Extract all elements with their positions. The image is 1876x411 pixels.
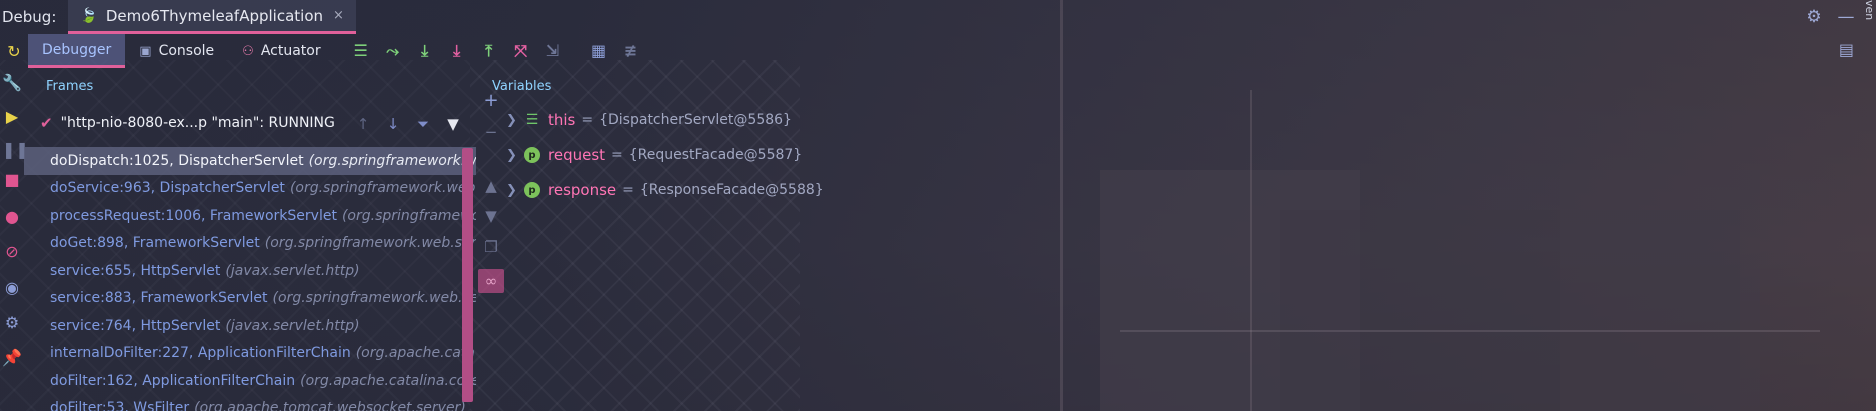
- remove-watch-icon[interactable]: −: [476, 123, 506, 141]
- debug-titlebar: Debug: 🍃 Demo6ThymeleafApplication × ⚙ —…: [0, 0, 1876, 34]
- variables-title: Variables: [492, 79, 552, 94]
- frame-row[interactable]: doGet:898, FrameworkServlet (org.springfr…: [24, 230, 476, 258]
- parameter-icon: p: [524, 182, 540, 198]
- frame-row[interactable]: processRequest:1006, FrameworkServlet (or…: [24, 202, 476, 230]
- layout-settings-icon[interactable]: ▤: [1839, 40, 1854, 59]
- variable-value: {RequestFacade@5587}: [628, 147, 803, 163]
- variable-row[interactable]: ❯ p response = {ResponseFacade@5588}: [506, 175, 824, 205]
- side-panel-label[interactable]: ven: [1863, 0, 1876, 34]
- variable-value: {ResponseFacade@5588}: [639, 182, 824, 198]
- frames-panel: Frames ✔ "http-nio-8080-ex...p "main": R…: [24, 68, 476, 411]
- chevron-right-icon[interactable]: ❯: [506, 183, 524, 198]
- step-over-icon[interactable]: ⤳: [377, 41, 409, 61]
- variable-name: request: [548, 146, 606, 164]
- field-icon: ☰: [525, 112, 539, 128]
- mute-breakpoints-icon[interactable]: ⊘: [2, 242, 22, 261]
- rerun-icon[interactable]: ↻: [0, 37, 28, 65]
- frame-row[interactable]: doDispatch:1025, DispatcherServlet (org.s…: [24, 147, 476, 175]
- frame-row[interactable]: doFilter:162, ApplicationFilterChain (org…: [24, 367, 476, 395]
- debug-label: Debug:: [2, 8, 57, 26]
- variables-toolbar: + − ▲ ▼ ❐ ∞: [476, 68, 506, 411]
- console-tab-label: Console: [158, 43, 215, 59]
- chevron-right-icon[interactable]: ❯: [506, 148, 524, 163]
- arrow-down-icon[interactable]: ↓: [378, 115, 408, 133]
- arrow-up-icon[interactable]: ↑: [348, 115, 378, 133]
- chevron-down-icon[interactable]: ▼: [438, 115, 468, 133]
- stop-icon[interactable]: ■: [2, 170, 22, 189]
- watches-toggle-icon[interactable]: ∞: [478, 269, 504, 293]
- frame-row[interactable]: service:764, HttpServlet (javax.servlet.h…: [24, 312, 476, 340]
- actuator-tab-label: Actuator: [260, 43, 321, 59]
- variable-row[interactable]: ❯ ☰ this = {DispatcherServlet@5586}: [506, 105, 792, 135]
- variable-row[interactable]: ❯ p request = {RequestFacade@5587}: [506, 140, 802, 170]
- move-up-icon[interactable]: ▲: [476, 177, 506, 195]
- tab-debugger[interactable]: Debugger: [28, 34, 126, 68]
- variable-name: this: [548, 111, 576, 129]
- frame-row[interactable]: service:655, HttpServlet (javax.servlet.h…: [24, 257, 476, 285]
- spring-leaf-icon: 🍃: [80, 7, 98, 24]
- checkmark-icon: ✔: [40, 114, 53, 132]
- camera-icon[interactable]: ◉: [2, 278, 22, 297]
- debug-toolbar: ↻ Debugger ▣ Console ⚇ Actuator ☰ ⤳ ⤓ ⤓ …: [0, 34, 1876, 68]
- frame-list: doDispatch:1025, DispatcherServlet (org.s…: [24, 147, 476, 411]
- thread-selector[interactable]: ✔ "http-nio-8080-ex...p "main": RUNNING …: [24, 108, 476, 138]
- chevron-right-icon[interactable]: ❯: [506, 113, 524, 128]
- frame-row[interactable]: service:883, FrameworkServlet (org.spring…: [24, 285, 476, 313]
- console-icon: ▣: [139, 43, 152, 59]
- modify-settings-icon[interactable]: 🔧: [2, 73, 22, 92]
- copy-icon[interactable]: ❐: [476, 238, 506, 256]
- evaluate-expression-icon[interactable]: ▦: [583, 41, 615, 61]
- step-out-icon[interactable]: ⤒: [473, 41, 505, 61]
- frame-row[interactable]: doFilter:53, WsFilter (org.apache.tomcat.…: [24, 395, 476, 411]
- frame-row[interactable]: doService:963, DispatcherServlet (org.spr…: [24, 175, 476, 203]
- actuator-icon: ⚇: [242, 43, 254, 59]
- force-step-into-icon[interactable]: ⤓: [441, 41, 473, 61]
- variable-value: {DispatcherServlet@5586}: [599, 112, 792, 128]
- frames-scrollbar[interactable]: [462, 148, 473, 402]
- trace-stream-icon[interactable]: ≢: [615, 41, 647, 61]
- view-breakpoints-icon[interactable]: ●: [2, 207, 22, 226]
- variables-panel: Variables ❯ ☰ this = {DispatcherServlet@…: [492, 68, 1876, 411]
- debug-actions-strip: 🔧 ▶ ❚❚ ■ ● ⊘ ◉ ⚙ 📌: [0, 68, 29, 411]
- tab-actuator[interactable]: ⚇ Actuator: [228, 34, 334, 68]
- pause-icon[interactable]: ❚❚: [2, 140, 29, 159]
- thread-name: "http-nio-8080-ex...p "main": RUNNING: [60, 115, 335, 131]
- run-to-cursor-icon[interactable]: ⇲: [537, 41, 569, 61]
- run-config-label: Demo6ThymeleafApplication: [105, 6, 324, 25]
- parameter-icon: p: [524, 147, 540, 163]
- pin-icon[interactable]: 📌: [2, 348, 22, 367]
- filter-icon[interactable]: ⏷: [408, 115, 438, 133]
- run-config-tab[interactable]: 🍃 Demo6ThymeleafApplication ×: [68, 0, 356, 34]
- tab-console[interactable]: ▣ Console: [125, 34, 228, 68]
- settings-gear-icon[interactable]: ⚙: [1798, 7, 1830, 27]
- move-down-icon[interactable]: ▼: [476, 207, 506, 225]
- settings-icon[interactable]: ⚙: [2, 313, 22, 332]
- drop-frame-icon[interactable]: ⤧: [505, 41, 537, 61]
- minimize-icon[interactable]: —: [1830, 7, 1862, 27]
- variable-name: response: [548, 181, 617, 199]
- resume-icon[interactable]: ▶: [2, 107, 22, 126]
- step-into-icon[interactable]: ⤓: [409, 41, 441, 61]
- close-tab-icon[interactable]: ×: [333, 8, 344, 23]
- show-execution-point-icon[interactable]: ☰: [345, 41, 377, 61]
- frame-row[interactable]: internalDoFilter:227, ApplicationFilterC…: [24, 340, 476, 368]
- frames-title: Frames: [46, 79, 94, 94]
- debugger-tab-label: Debugger: [42, 41, 112, 58]
